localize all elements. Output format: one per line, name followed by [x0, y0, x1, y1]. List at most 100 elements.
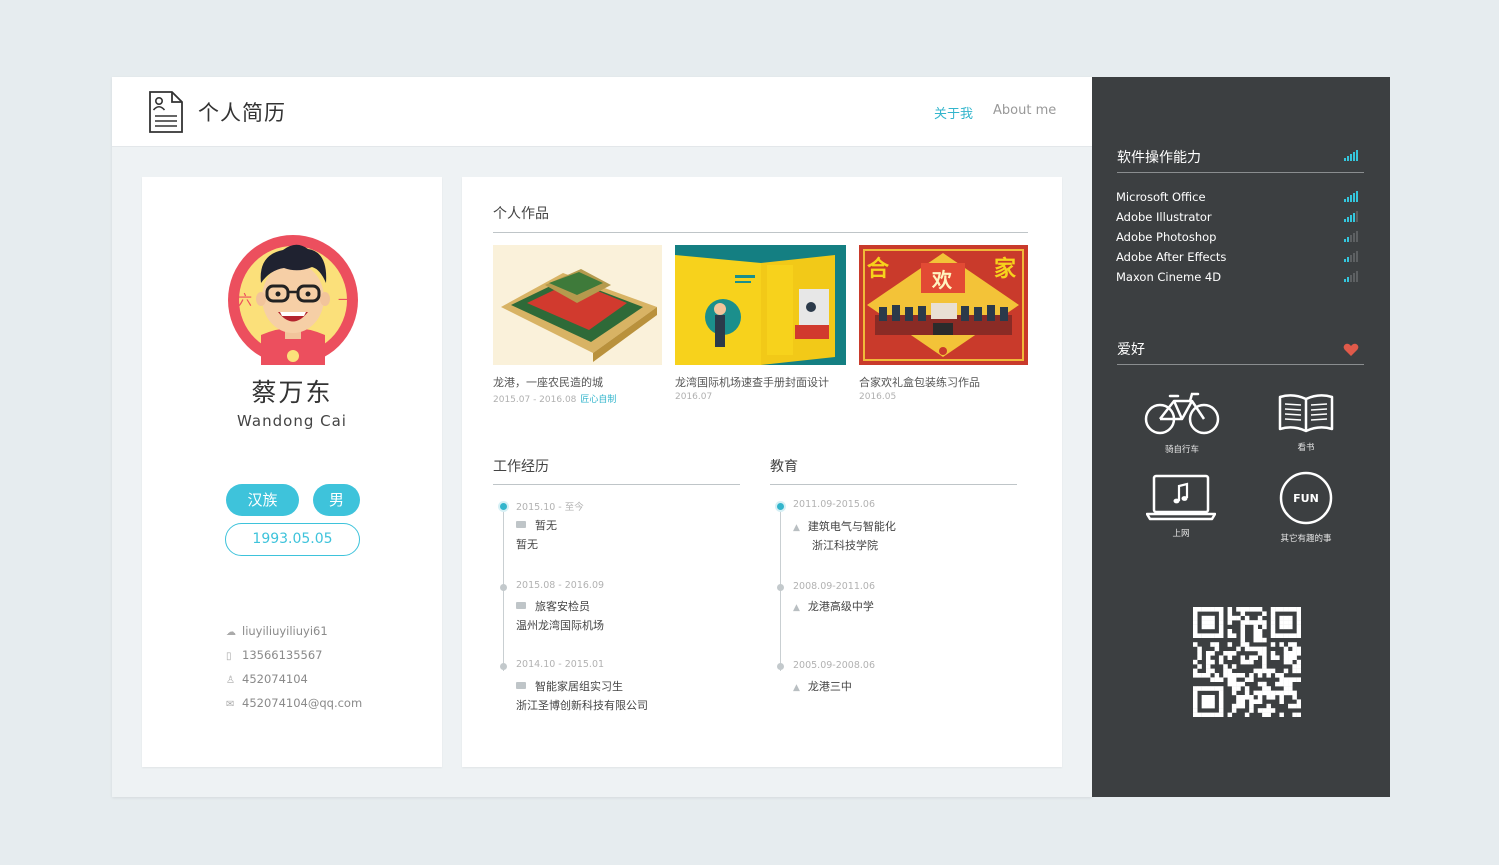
laptop-music-icon	[1145, 474, 1217, 521]
skill-level-bars	[1344, 191, 1358, 202]
experience-date-3: 2014.10 - 2015.01	[516, 659, 605, 670]
contact-phone: ▯ 13566135567	[226, 648, 323, 662]
work-thumbnail-longgang[interactable]	[493, 245, 662, 365]
skill-name: Adobe After Effects	[1116, 250, 1227, 264]
experience-divider	[493, 484, 740, 485]
education-date-1: 2011.09-2015.06	[793, 499, 875, 510]
briefcase-icon	[516, 602, 526, 609]
skill-name: Microsoft Office	[1116, 190, 1206, 204]
gender-tag[interactable]: 男	[313, 484, 360, 516]
education-date-3: 2005.09-2008.06	[793, 660, 875, 671]
contact-email: ✉ 452074104@qq.com	[226, 696, 363, 710]
briefcase-icon	[516, 521, 526, 528]
work-thumbnail-hehuanjia[interactable]: 合 欢 家	[859, 245, 1028, 365]
timeline-dot	[777, 584, 784, 591]
hobby-reading[interactable]: 看书	[1261, 391, 1351, 453]
work-date-3: 2016.05	[859, 392, 897, 402]
work-caption-1: 龙港，一座农民造的城	[493, 376, 603, 389]
timeline-dot	[500, 663, 507, 670]
timeline-dot	[500, 584, 507, 591]
timeline-dot	[500, 503, 507, 510]
skill-level-bars	[1344, 271, 1358, 282]
contact-wechat: ☁ liuyiliuyiliuyi61	[226, 624, 328, 638]
work-caption-2: 龙湾国际机场速查手册封面设计	[675, 376, 829, 389]
sidebar: 软件操作能力 Microsoft Office Adobe Illustrato…	[1092, 77, 1390, 797]
avatar-right-char: 一	[338, 293, 352, 309]
experience-date-2: 2015.08 - 2016.09	[516, 580, 605, 591]
hobby-fun[interactable]: FUN 其它有趣的事	[1261, 470, 1351, 544]
nav-about-en[interactable]: About me	[993, 103, 1056, 118]
work-caption-3: 合家欢礼盒包装练习作品	[859, 376, 980, 389]
qq-icon: ♙	[226, 675, 235, 686]
book-icon	[1278, 394, 1334, 433]
art-char-2: 欢	[931, 268, 953, 292]
experience-date-1: 2015.10 - 至今	[516, 502, 584, 513]
resume-document-icon	[149, 91, 183, 133]
hobby-label: 骑自行车	[1164, 445, 1199, 455]
page-title: 个人简历	[198, 101, 286, 125]
nav-about-cn[interactable]: 关于我	[934, 103, 973, 122]
experience-org-3: 浙江圣博创新科技有限公司	[516, 699, 648, 712]
education-org-1: 浙江科技学院	[812, 539, 878, 552]
education-date-2: 2008.09-2011.06	[793, 581, 875, 592]
name-chinese: 蔡万东	[251, 378, 333, 407]
fun-badge-text: FUN	[1293, 492, 1319, 505]
experience-role-3: 智能家居组实习生	[516, 678, 623, 694]
skill-level-bars	[1344, 251, 1358, 262]
hobbies-divider	[1117, 364, 1364, 365]
work-date-2: 2016.07	[675, 392, 713, 402]
hobby-internet[interactable]: 上网	[1136, 473, 1226, 539]
hobbies-title: 爱好	[1117, 342, 1145, 358]
skill-name: Adobe Photoshop	[1116, 230, 1217, 244]
timeline-dot	[777, 663, 784, 670]
experience-role-1: 暂无	[516, 517, 557, 533]
experience-role-2: 旅客安检员	[516, 598, 590, 614]
work-link-1[interactable]: 匠心自制	[580, 395, 616, 405]
resume-main-card: 个人简历 关于我 About me 六 一 蔡万东 Wandong Cai 汉族…	[112, 77, 1092, 797]
skill-name: Adobe Illustrator	[1116, 210, 1212, 224]
graduation-cap-icon: ▲	[793, 683, 800, 693]
fun-icon: FUN	[1279, 471, 1333, 525]
education-title: 教育	[770, 459, 798, 475]
education-school-3: ▲ 龙港三中	[793, 680, 852, 693]
skills-title: 软件操作能力	[1117, 150, 1201, 166]
education-school-1: ▲ 建筑电气与智能化	[793, 520, 896, 533]
works-title: 个人作品	[493, 206, 549, 222]
skill-level-bars	[1344, 231, 1358, 242]
timeline-dot	[777, 503, 784, 510]
avatar: 六 一	[228, 235, 358, 365]
works-divider	[493, 232, 1028, 233]
graduation-cap-icon: ▲	[793, 603, 800, 613]
name-english: Wandong Cai	[237, 412, 347, 430]
heart-icon	[1343, 343, 1359, 356]
experience-org-2: 温州龙湾国际机场	[516, 619, 604, 632]
hobby-label: 上网	[1172, 529, 1190, 539]
mail-icon: ✉	[226, 699, 235, 710]
skills-divider	[1117, 172, 1364, 173]
work-thumbnail-airport[interactable]	[675, 245, 846, 365]
hobby-label: 其它有趣的事	[1280, 534, 1332, 544]
briefcase-icon	[516, 682, 526, 689]
art-char-3: 家	[994, 256, 1017, 282]
skill-level-bars	[1344, 211, 1358, 222]
skill-name: Maxon Cineme 4D	[1116, 270, 1222, 284]
signal-bars-icon	[1344, 150, 1358, 161]
top-bar: 个人简历 关于我 About me	[112, 77, 1092, 147]
wechat-icon: ☁	[226, 627, 236, 638]
contact-qq: ♙ 452074104	[226, 672, 308, 686]
education-divider	[770, 484, 1017, 485]
ethnicity-tag[interactable]: 汉族	[226, 484, 299, 516]
hobby-label: 看书	[1297, 443, 1315, 453]
art-char-1: 合	[867, 256, 890, 282]
education-school-2: ▲ 龙港高级中学	[793, 600, 874, 613]
experience-org-1: 暂无	[516, 538, 538, 551]
graduation-cap-icon: ▲	[793, 523, 800, 533]
hobby-cycling[interactable]: 骑自行车	[1137, 389, 1227, 455]
qr-code[interactable]	[1193, 607, 1301, 717]
avatar-left-char: 六	[238, 293, 252, 309]
profile-card: 六 一 蔡万东 Wandong Cai 汉族 男 1993.05.05 ☁ liu…	[142, 177, 442, 767]
work-date-1: 2015.07 - 2016.08 匠心自制	[493, 395, 617, 405]
works-card: 个人作品 龙港，一座农民造的城 2015.07 - 2016.08 匠心自制 龙…	[462, 177, 1062, 767]
phone-icon: ▯	[226, 651, 232, 662]
experience-title: 工作经历	[493, 459, 549, 475]
